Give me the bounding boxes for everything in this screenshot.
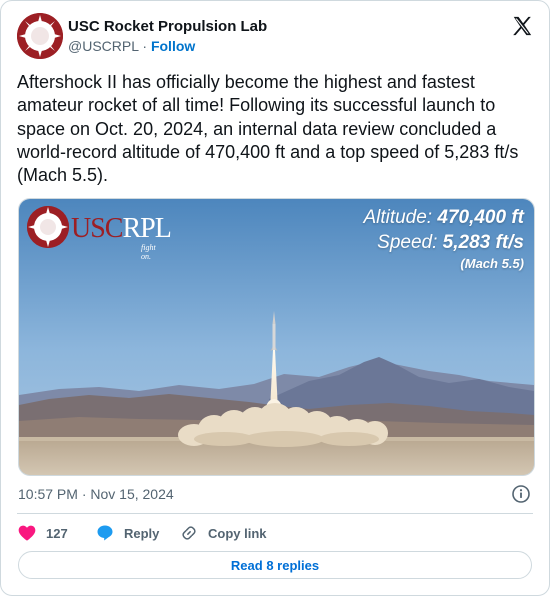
record-stats-overlay: Altitude: 470,400 ft Speed: 5,283 ft/s (… bbox=[363, 205, 524, 273]
action-bar: 127 Reply Copy link bbox=[17, 521, 533, 545]
speed-value: 5,283 ft/s bbox=[442, 232, 524, 253]
reply-bubble-icon bbox=[97, 525, 113, 541]
copy-link-button[interactable]: Copy link bbox=[179, 521, 267, 545]
like-button[interactable]: 127 bbox=[17, 521, 68, 545]
like-count: 127 bbox=[46, 525, 68, 541]
author-name[interactable]: USC Rocket Propulsion Lab bbox=[68, 18, 267, 35]
tweet-media-image[interactable]: USCRPL fight on. Altitude: 470,400 ft Sp… bbox=[18, 198, 535, 476]
copy-link-label: Copy link bbox=[208, 525, 267, 541]
brand-rpl: RPL bbox=[122, 213, 171, 244]
tweet-card: USC Rocket Propulsion Lab @USCRPL · Foll… bbox=[0, 0, 550, 596]
link-icon bbox=[182, 526, 196, 540]
brand-usc: USC bbox=[71, 213, 123, 244]
speed-line: Speed: 5,283 ft/s bbox=[363, 230, 524, 255]
brand-wordmark: USCRPL bbox=[71, 213, 172, 245]
tweet-header: USC Rocket Propulsion Lab @USCRPL · Foll… bbox=[17, 13, 533, 59]
reply-label: Reply bbox=[124, 525, 160, 541]
timestamp[interactable]: 10:57 PM · Nov 15, 2024 bbox=[18, 486, 174, 502]
divider bbox=[17, 513, 533, 514]
speed-label: Speed: bbox=[377, 232, 438, 253]
read-replies-label: Read 8 replies bbox=[230, 557, 320, 573]
brand-tagline: fight on. bbox=[141, 243, 156, 261]
info-icon[interactable] bbox=[511, 484, 531, 504]
usc-rpl-logo-icon bbox=[17, 13, 63, 59]
mach-value: (Mach 5.5) bbox=[460, 256, 524, 271]
author-handle-row: @USCRPL · Follow bbox=[68, 38, 195, 54]
altitude-value: 470,400 ft bbox=[437, 207, 524, 228]
tweet-text: Aftershock II has officially become the … bbox=[17, 72, 519, 186]
author-handle[interactable]: @USCRPL bbox=[68, 38, 139, 54]
x-logo-icon[interactable] bbox=[511, 15, 533, 37]
altitude-label: Altitude: bbox=[363, 207, 433, 228]
follow-button[interactable]: Follow bbox=[151, 38, 195, 54]
reply-button[interactable]: Reply bbox=[95, 521, 159, 545]
altitude-line: Altitude: 470,400 ft bbox=[363, 205, 524, 230]
separator-dot: · bbox=[142, 38, 148, 54]
avatar[interactable] bbox=[17, 13, 63, 59]
usc-rpl-badge-icon bbox=[27, 206, 69, 248]
heart-icon bbox=[18, 525, 36, 541]
read-replies-button[interactable]: Read 8 replies bbox=[18, 551, 532, 579]
